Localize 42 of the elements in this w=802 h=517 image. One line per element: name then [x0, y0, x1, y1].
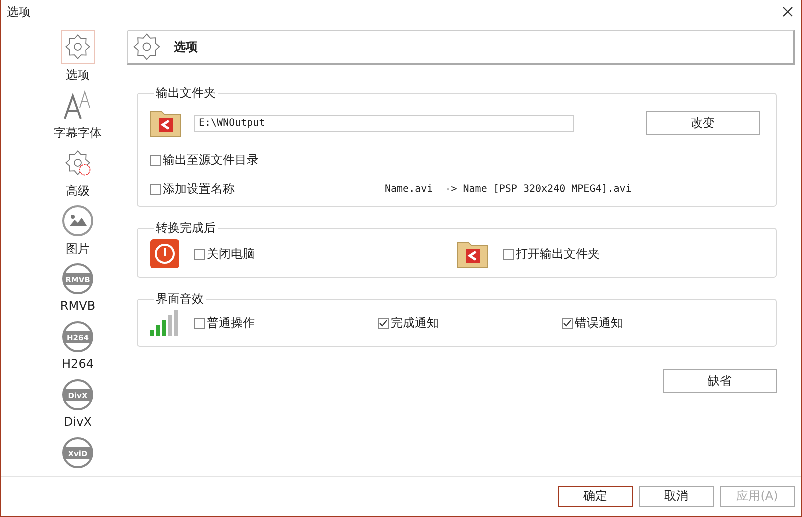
- checkbox[interactable]: 打开输出文件夹: [503, 246, 600, 262]
- sidebar-label: RMVB: [60, 299, 96, 313]
- default-button[interactable]: 缺省: [663, 369, 777, 393]
- dialog-button[interactable]: 取消: [639, 486, 714, 507]
- sidebar-label: DivX: [64, 415, 92, 429]
- sidebar-item[interactable]: [61, 30, 95, 64]
- advanced-settings-icon: [64, 149, 92, 177]
- checkbox-box[interactable]: [378, 318, 389, 328]
- font-icon: [63, 90, 93, 120]
- checkbox[interactable]: 完成通知: [378, 314, 562, 332]
- path-field[interactable]: E:\WNOutput: [194, 114, 574, 132]
- checkbox-box[interactable]: [194, 318, 205, 328]
- sidebar-label: 图片: [66, 241, 90, 258]
- group-title: 转换完成后: [155, 220, 217, 237]
- gear-icon: [132, 32, 162, 62]
- checkbox-box[interactable]: [150, 155, 161, 166]
- close-icon[interactable]: [783, 7, 793, 17]
- checkbox[interactable]: 错误通知: [562, 314, 682, 332]
- checkbox[interactable]: 关闭电脑: [194, 246, 255, 262]
- sidebar-item[interactable]: [61, 204, 95, 238]
- checkbox[interactable]: 添加设置名称: [150, 181, 235, 198]
- gear-icon: [64, 33, 92, 61]
- checkbox-box[interactable]: [562, 318, 573, 328]
- checkbox-box[interactable]: [194, 248, 205, 260]
- sidebar-label: 字幕字体: [54, 125, 102, 142]
- volume-bars-icon: [150, 310, 180, 336]
- power-icon: [150, 239, 180, 269]
- picture-icon: [62, 205, 94, 237]
- window-title: 选项: [7, 4, 31, 20]
- dialog-button[interactable]: 确定: [558, 486, 633, 507]
- filename-example: Name.avi -> Name [PSP 320x240 MPEG4].avi: [385, 184, 632, 195]
- sidebar-label: H264: [62, 357, 94, 371]
- group-title: 输出文件夹: [155, 85, 217, 102]
- checkbox[interactable]: 普通操作: [194, 314, 378, 332]
- group-title: 界面音效: [155, 291, 205, 308]
- sidebar-label: 选项: [66, 67, 90, 84]
- change-button[interactable]: 改变: [646, 111, 760, 135]
- checkbox[interactable]: 输出至源文件目录: [150, 152, 259, 169]
- checkbox-box[interactable]: [503, 248, 514, 260]
- header-title: 选项: [174, 38, 198, 56]
- sidebar-label: 高级: [66, 183, 90, 200]
- checkbox-box[interactable]: [150, 184, 161, 195]
